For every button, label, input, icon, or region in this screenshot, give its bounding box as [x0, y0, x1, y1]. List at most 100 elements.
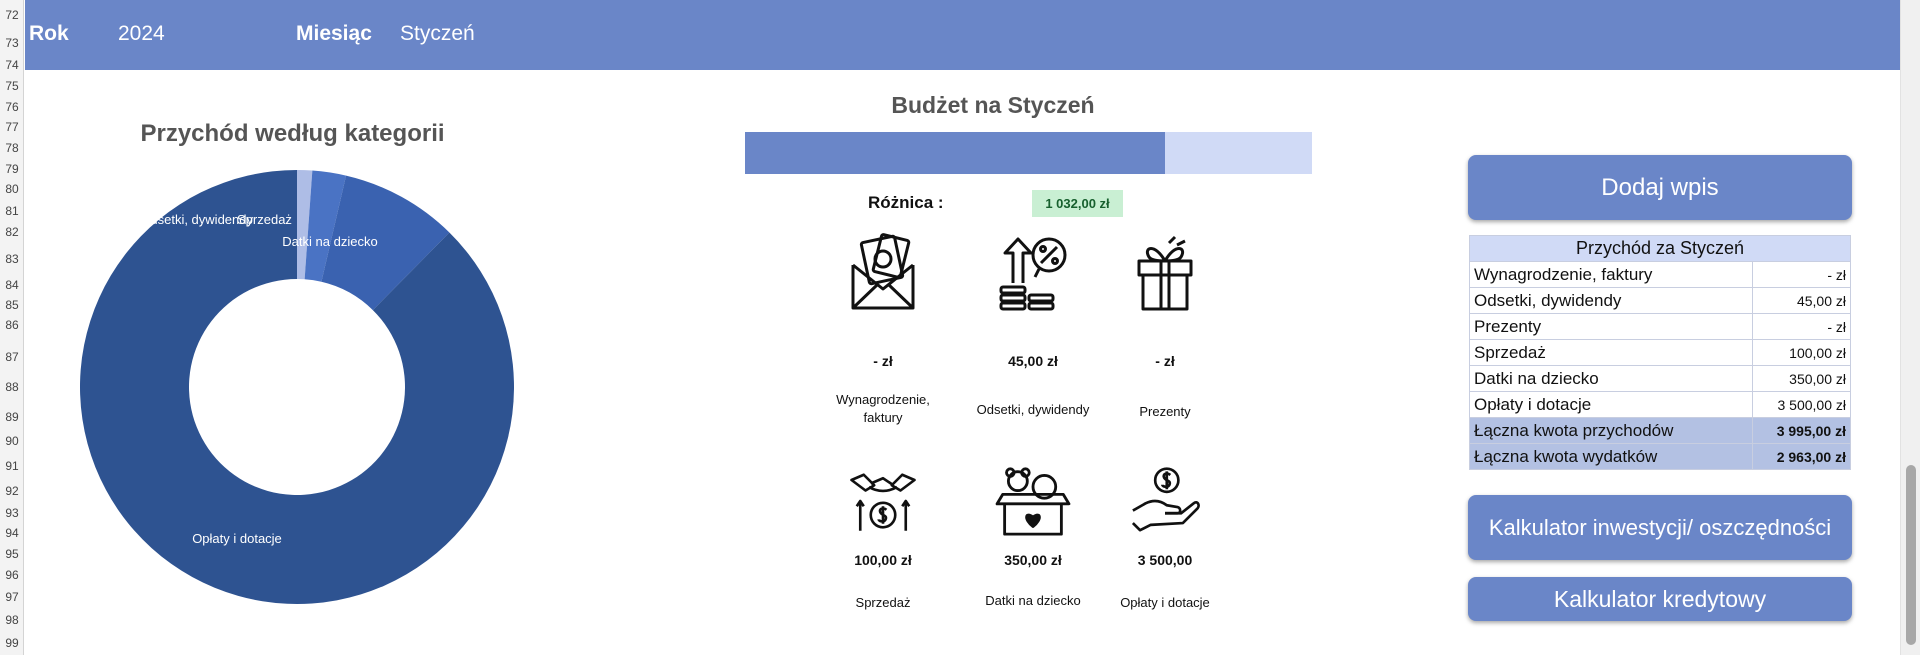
money-envelope-icon: [851, 233, 915, 310]
tile-label: Sprzedaż: [855, 595, 911, 610]
tile-gifts: - zł Prezenty: [1100, 233, 1230, 419]
row-number[interactable]: 84: [0, 278, 24, 292]
total-income-value: 3 995,00 zł: [1752, 417, 1851, 444]
row-number[interactable]: 98: [0, 613, 24, 627]
row-number[interactable]: 93: [0, 506, 24, 520]
tile-label: Opłaty i dotacje: [1120, 595, 1210, 610]
row-number[interactable]: 73: [0, 36, 24, 50]
chart-title: Przychód według kategorii: [140, 120, 445, 147]
table-row: Opłaty i dotacje 3 500,00 zł: [1469, 391, 1851, 418]
row-value: 45,00 zł: [1752, 287, 1851, 314]
tile-label: Prezenty: [1139, 404, 1191, 419]
tile-amount: 3 500,00: [1137, 552, 1193, 568]
tile-amount: 45,00 zł: [1008, 353, 1058, 369]
row-number[interactable]: 91: [0, 459, 24, 473]
row-number[interactable]: 79: [0, 162, 24, 176]
difference-label: Różnica :: [868, 193, 944, 212]
interest-growth-icon: [999, 237, 1067, 311]
row-number[interactable]: 96: [0, 568, 24, 582]
table-row: Prezenty - zł: [1469, 313, 1851, 340]
tile-interest: 45,00 zł Odsetki, dywidendy: [968, 233, 1098, 417]
budget-progress-bar: [745, 132, 1312, 174]
row-number[interactable]: 74: [0, 58, 24, 72]
row-number[interactable]: 97: [0, 590, 24, 604]
credit-calculator-button[interactable]: Kalkulator kredytowy: [1468, 577, 1852, 621]
row-number[interactable]: 83: [0, 252, 24, 266]
row-number[interactable]: 87: [0, 350, 24, 364]
row-number[interactable]: 81: [0, 204, 24, 218]
row-number[interactable]: 94: [0, 526, 24, 540]
row-value: - zł: [1752, 261, 1851, 288]
budget-progress-fill: [745, 132, 1165, 174]
vertical-scrollbar[interactable]: [1900, 0, 1920, 655]
row-number[interactable]: 72: [0, 8, 24, 22]
income-table-title-row: Przychód za Styczeń: [1469, 235, 1851, 262]
total-expenses-label: Łączna kwota wydatków: [1469, 443, 1753, 470]
total-expenses-row: Łączna kwota wydatków 2 963,00 zł: [1469, 443, 1851, 470]
total-expenses-value: 2 963,00 zł: [1752, 443, 1851, 470]
tile-sales: 100,00 zł Sprzedaż: [818, 466, 948, 610]
row-value: 100,00 zł: [1752, 339, 1851, 366]
row-number[interactable]: 82: [0, 225, 24, 239]
scrollbar-thumb[interactable]: [1906, 465, 1916, 645]
total-income-label: Łączna kwota przychodów: [1469, 417, 1753, 444]
row-number[interactable]: 76: [0, 100, 24, 114]
tile-amount: 100,00 zł: [854, 552, 912, 568]
row-label: Sprzedaż: [1469, 339, 1753, 366]
row-number[interactable]: 89: [0, 410, 24, 424]
row-number[interactable]: 90: [0, 434, 24, 448]
table-row: Datki na dziecko 350,00 zł: [1469, 365, 1851, 392]
tile-amount: 350,00 zł: [1004, 552, 1062, 568]
tile-amount: - zł: [873, 353, 893, 369]
total-income-row: Łączna kwota przychodów 3 995,00 zł: [1469, 417, 1851, 444]
table-row: Sprzedaż 100,00 zł: [1469, 339, 1851, 366]
hand-coin-icon: [1131, 467, 1200, 532]
tile-amount: - zł: [1155, 353, 1175, 369]
year-value[interactable]: 2024: [118, 22, 165, 46]
row-number[interactable]: 77: [0, 120, 24, 134]
row-number[interactable]: 99: [0, 636, 24, 650]
year-label: Rok: [29, 22, 69, 45]
row-value: - zł: [1752, 313, 1851, 340]
add-entry-button[interactable]: Dodaj wpis: [1468, 155, 1852, 220]
tile-label: Wynagrodzenie, faktury: [836, 392, 930, 425]
gift-icon: [1137, 235, 1193, 311]
month-value[interactable]: Styczeń: [400, 22, 475, 46]
budget-title: Budżet na Styczeń: [891, 92, 1095, 118]
month-label: Miesiąc: [296, 22, 372, 45]
income-summary-table: Przychód za Styczeń Wynagrodzenie, faktu…: [1469, 235, 1851, 470]
income-donut-chart: SprzedażOdsetki, dywidendyDatki na dziec…: [80, 170, 515, 604]
row-number[interactable]: 95: [0, 547, 24, 561]
row-number[interactable]: 92: [0, 484, 24, 498]
row-header-column: 72 73 74 75 76 77 78 79 80 81 82 83 84 85 86 87 88 89 90 91…: [0, 0, 24, 655]
row-number[interactable]: 85: [0, 298, 24, 312]
investment-calculator-button[interactable]: Kalkulator inwestycji/ oszczędności: [1468, 495, 1852, 560]
row-value: 3 500,00 zł: [1752, 391, 1851, 418]
toy-box-icon: [995, 467, 1071, 536]
tile-salary: - zł Wynagrodzenie, faktury: [818, 233, 948, 425]
tile-label: Datki na dziecko: [985, 593, 1081, 608]
donut-slice-label: Opłaty i dotacje: [192, 531, 282, 546]
handshake-coin-icon: [850, 473, 916, 531]
row-label: Odsetki, dywidendy: [1469, 287, 1753, 314]
header-band: Rok 2024 Miesiąc Styczeń: [25, 0, 1900, 70]
row-label: Datki na dziecko: [1469, 365, 1753, 392]
row-label: Opłaty i dotacje: [1469, 391, 1753, 418]
row-number[interactable]: 86: [0, 318, 24, 332]
difference-value: 1 032,00 zł: [1032, 190, 1123, 217]
tile-fees: 3 500,00 Opłaty i dotacje: [1100, 466, 1230, 610]
donut-slice-label: Odsetki, dywidendy: [140, 212, 253, 227]
row-number[interactable]: 88: [0, 380, 24, 394]
row-label: Prezenty: [1469, 313, 1753, 340]
row-number[interactable]: 78: [0, 141, 24, 155]
income-table-title: Przychód za Styczeń: [1469, 235, 1851, 262]
row-value: 350,00 zł: [1752, 365, 1851, 392]
tile-children: 350,00 zł Datki na dziecko: [968, 466, 1098, 608]
row-label: Wynagrodzenie, faktury: [1469, 261, 1753, 288]
donut-slice-label: Datki na dziecko: [282, 234, 377, 249]
tile-label: Odsetki, dywidendy: [976, 402, 1090, 417]
table-row: Wynagrodzenie, faktury - zł: [1469, 261, 1851, 288]
row-number[interactable]: 75: [0, 79, 24, 93]
row-number[interactable]: 80: [0, 182, 24, 196]
table-row: Odsetki, dywidendy 45,00 zł: [1469, 287, 1851, 314]
